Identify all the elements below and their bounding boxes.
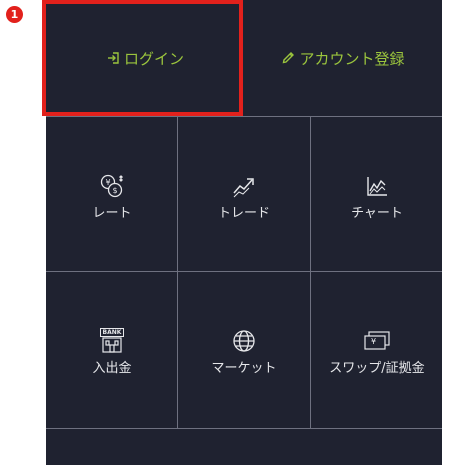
- menu-item-label: チャート: [351, 206, 403, 221]
- bank-icon: BANK: [98, 328, 126, 354]
- register-account-button[interactable]: アカウント登録: [244, 0, 442, 116]
- grid-line-bottom-divider: [46, 428, 442, 429]
- login-button[interactable]: ログイン: [46, 0, 244, 116]
- menu-item-trade[interactable]: トレード: [178, 117, 310, 271]
- menu-item-deposit-withdrawal[interactable]: BANK 入出金: [46, 272, 178, 426]
- menu-item-label: トレード: [217, 206, 270, 221]
- bank-icon-text: BANK: [99, 328, 125, 337]
- banknote-icon: ¥: [363, 328, 391, 354]
- screenshot-stage: 1 ログイン アカウント登録 ¥ $ レート トレード チャート BANK 入出…: [0, 0, 465, 465]
- register-account-label: アカウント登録: [299, 49, 405, 68]
- pencil-icon: [281, 51, 295, 65]
- globe-icon: [230, 328, 258, 354]
- yen-note-symbol: ¥: [371, 337, 377, 346]
- line-chart-icon: [363, 173, 391, 199]
- menu-item-label: 入出金: [92, 361, 132, 376]
- login-icon: [106, 51, 120, 65]
- menu-item-label: レート: [92, 206, 132, 221]
- menu-item-label: スワップ/証拠金: [329, 361, 425, 376]
- login-label: ログイン: [123, 49, 184, 68]
- menu-item-rate[interactable]: ¥ $ レート: [46, 117, 178, 271]
- dollar-symbol: $: [112, 185, 118, 195]
- trend-up-icon: [230, 173, 258, 199]
- currency-exchange-icon: ¥ $: [98, 173, 126, 199]
- menu-item-label: マーケット: [211, 361, 277, 376]
- yen-symbol: ¥: [105, 177, 111, 187]
- menu-item-market[interactable]: マーケット: [178, 272, 310, 426]
- step-number-badge: 1: [6, 6, 23, 23]
- menu-item-swap-margin[interactable]: ¥ スワップ/証拠金: [311, 272, 443, 426]
- menu-item-chart[interactable]: チャート: [311, 117, 443, 271]
